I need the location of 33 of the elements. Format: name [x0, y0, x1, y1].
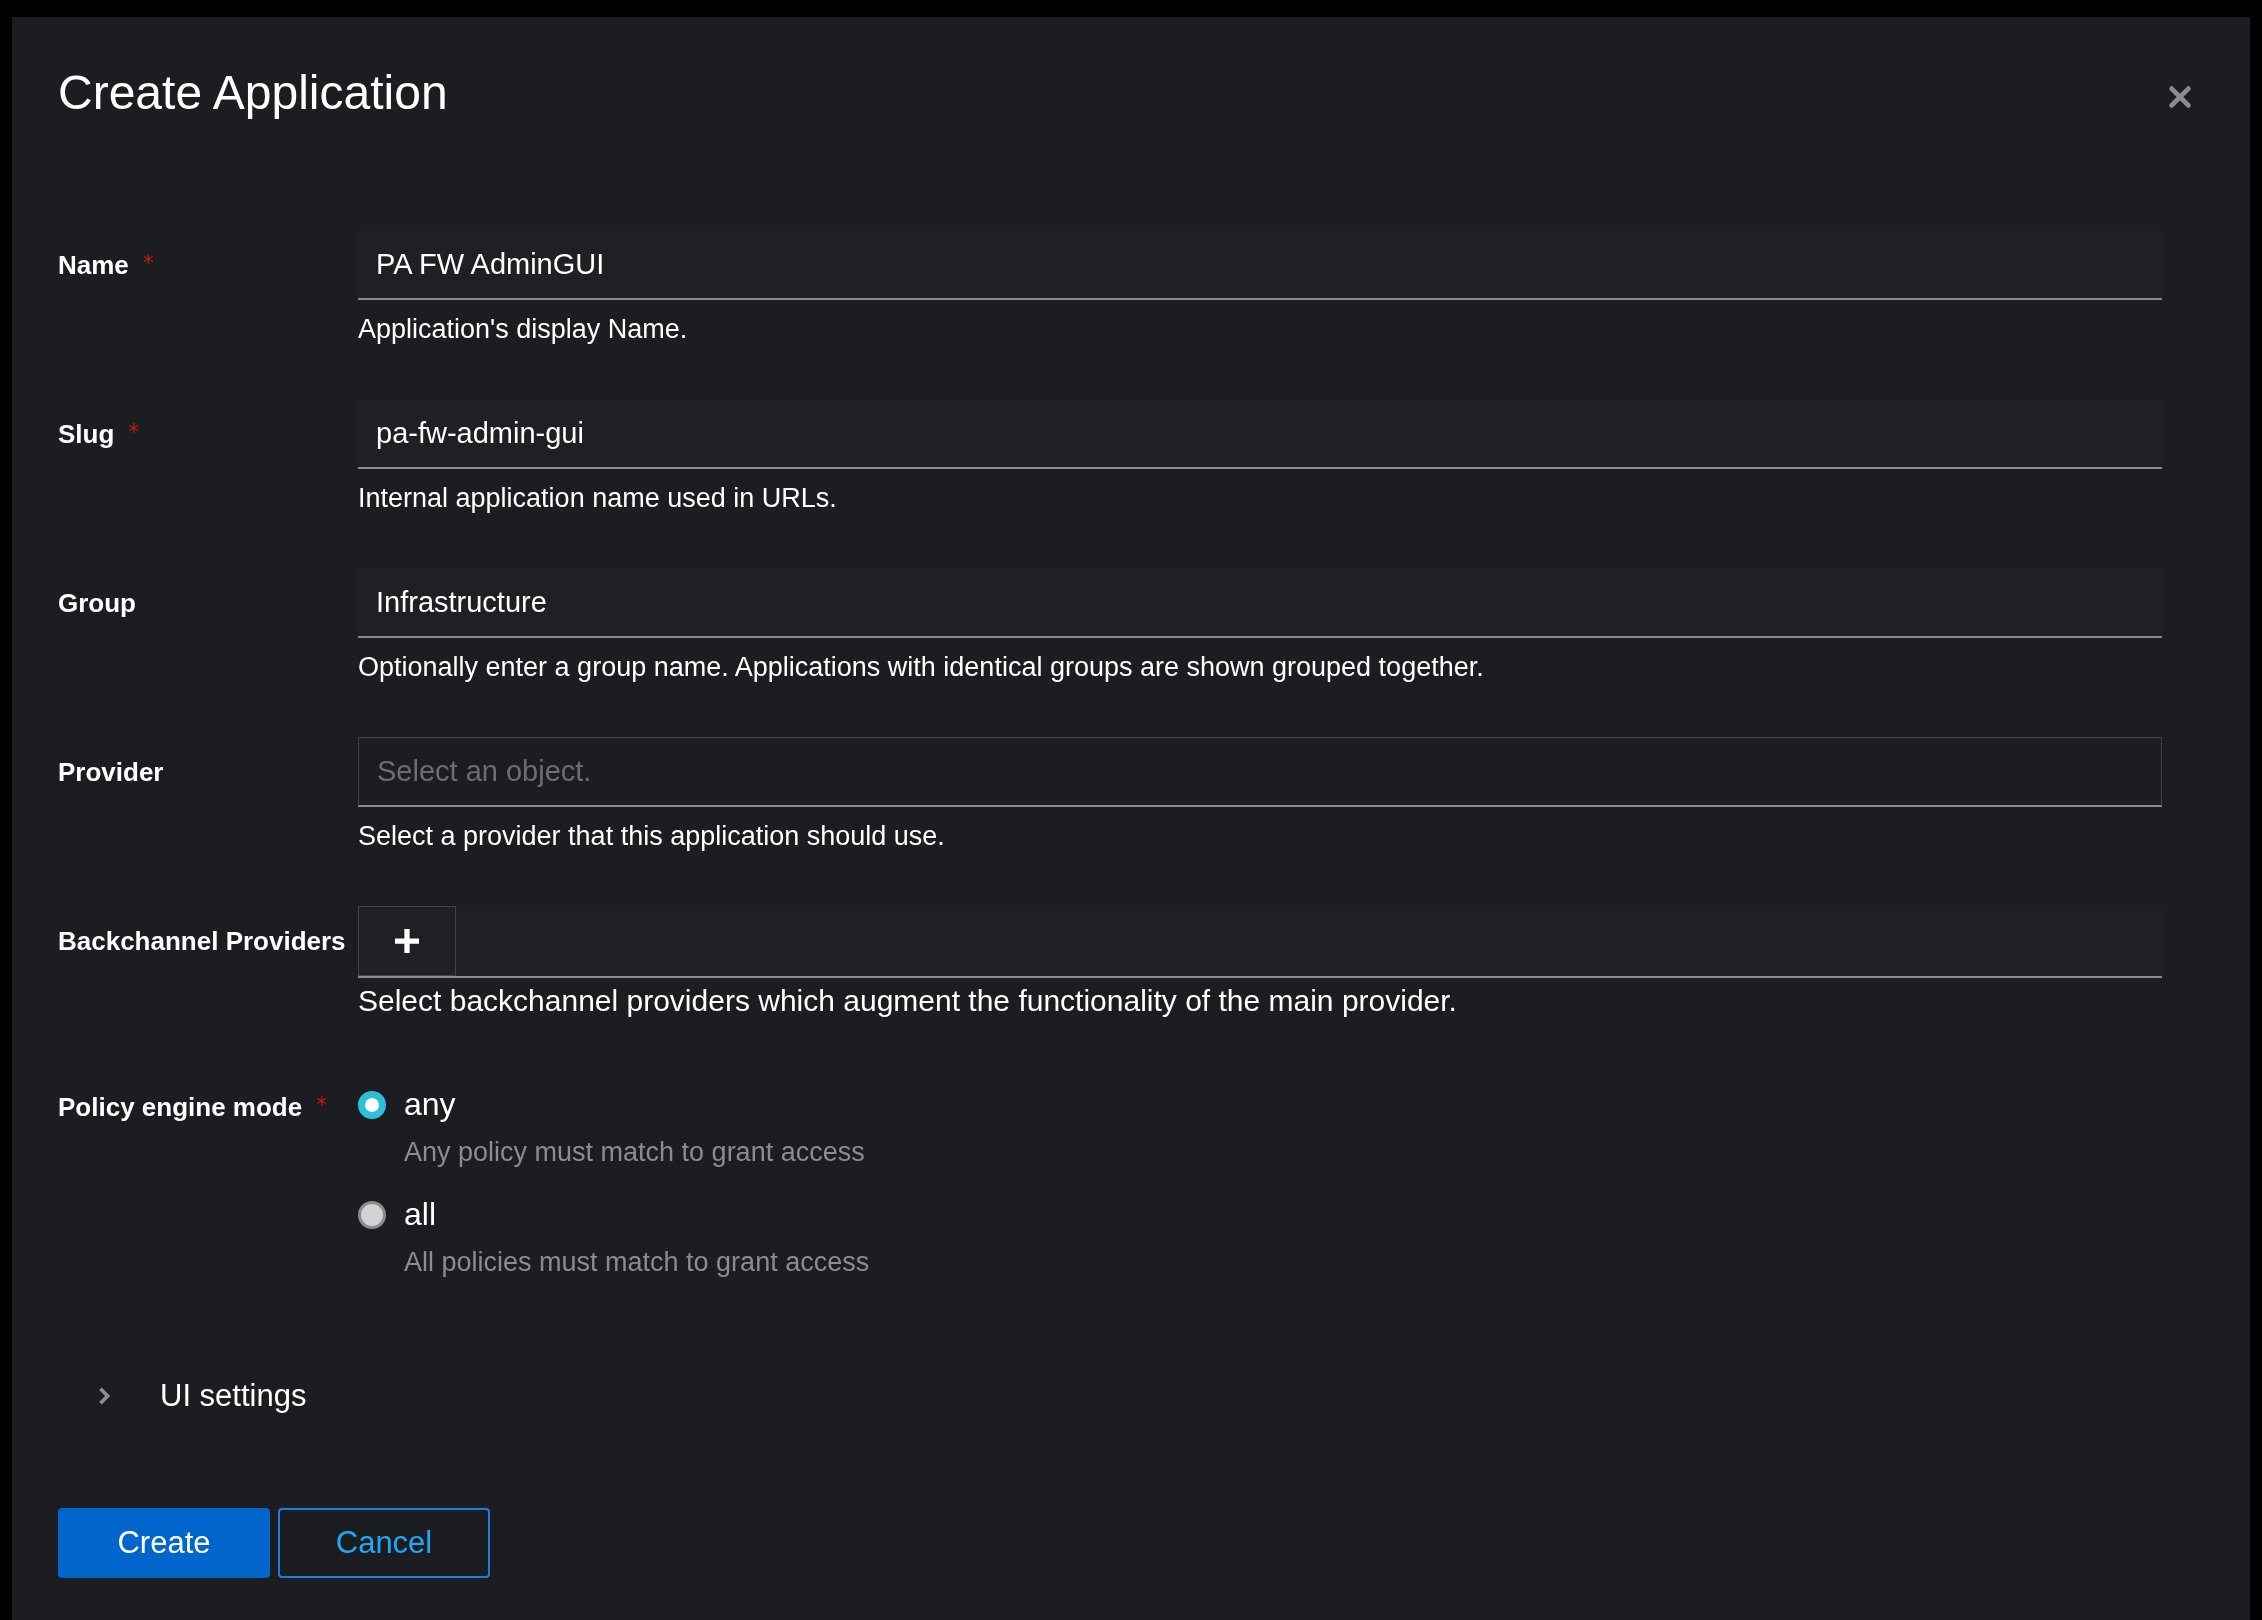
option-description: All policies must match to grant access: [404, 1247, 871, 1278]
field-label: Name: [58, 250, 129, 281]
field-label: Policy engine mode: [58, 1092, 303, 1123]
radio-button[interactable]: [358, 1090, 386, 1119]
field-label: Backchannel Providers: [58, 926, 346, 957]
cancel-button[interactable]: Cancel: [278, 1508, 490, 1578]
radio-label[interactable]: all: [404, 1196, 436, 1233]
text-field[interactable]: pa-fw-admin-gui: [358, 399, 2162, 469]
chevron-icon[interactable]: [98, 1386, 110, 1406]
field-label: Slug: [58, 419, 115, 450]
create-button[interactable]: Create: [58, 1508, 270, 1578]
required-mark: *: [128, 419, 140, 444]
multi-select-field[interactable]: [358, 906, 2162, 978]
help-text: Select backchannel providers which augment the functionality of the main provider.: [358, 984, 1458, 1018]
required-mark: *: [142, 250, 154, 275]
plus-icon: [392, 926, 422, 956]
help-text: Internal application name used in URLs.: [358, 483, 838, 514]
help-text: Optionally enter a group name. Applications with identical groups are shown grouped together.: [358, 652, 1485, 683]
text-field[interactable]: PA FW AdminGUI: [358, 230, 2162, 300]
help-text: Select a provider that this application should use.: [358, 821, 946, 852]
option-description: Any policy must match to grant access: [404, 1137, 866, 1168]
radio-button[interactable]: [358, 1200, 386, 1229]
required-mark: *: [316, 1092, 328, 1117]
add-button[interactable]: [358, 906, 456, 976]
text-field[interactable]: Infrastructure: [358, 568, 2162, 638]
radio-label[interactable]: any: [404, 1086, 456, 1123]
expandable-section-toggle[interactable]: UI settings: [160, 1378, 307, 1414]
field-label: Group: [58, 588, 136, 619]
close-icon[interactable]: [2168, 84, 2192, 109]
field-label: Provider: [58, 757, 164, 788]
select-field[interactable]: Select an object.: [358, 737, 2162, 807]
dialog-title: Create Application: [58, 65, 448, 120]
help-text: Application's display Name.: [358, 314, 689, 345]
